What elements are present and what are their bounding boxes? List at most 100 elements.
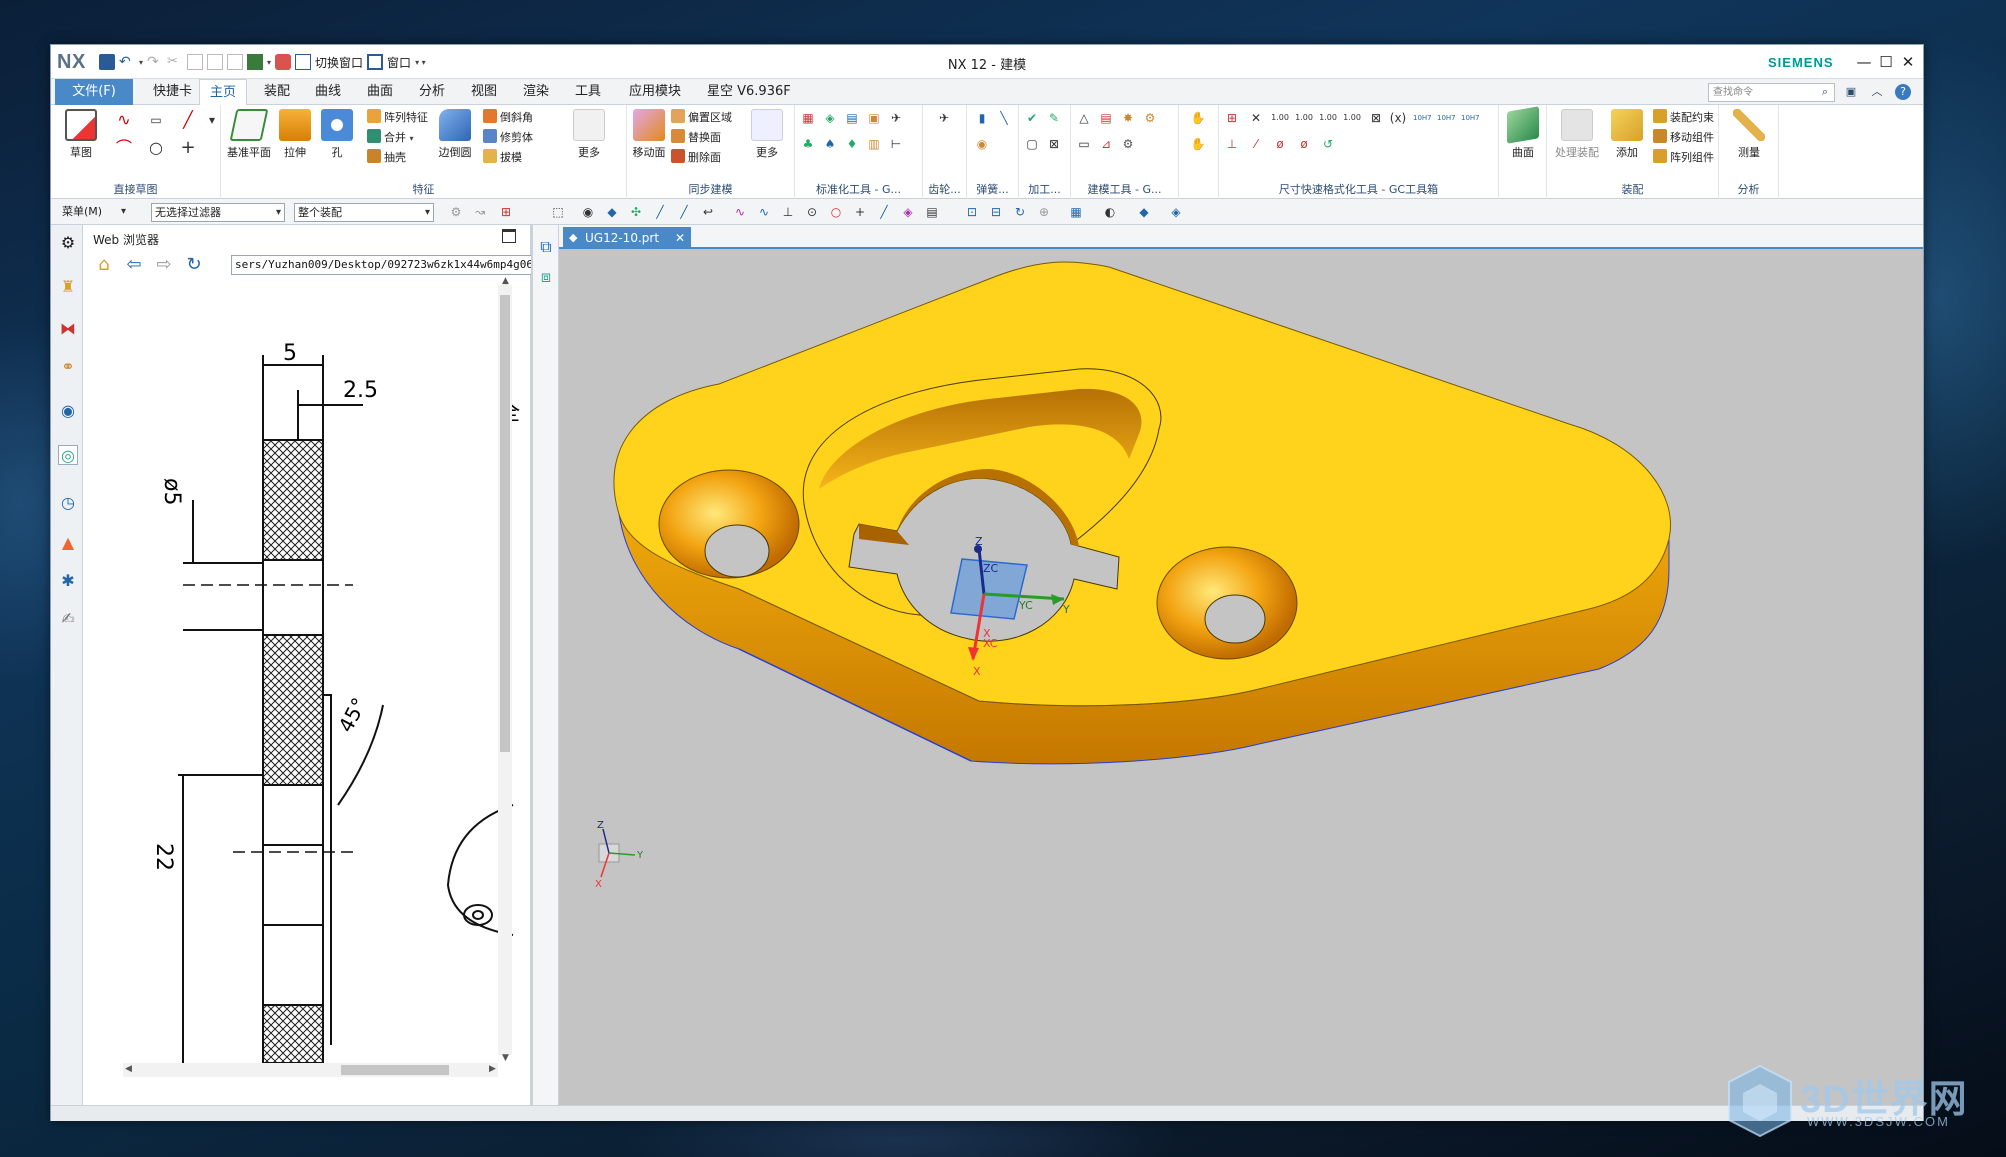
tab-home[interactable]: 主页 [199,79,248,106]
std-tool-4-icon[interactable]: ▣ [865,109,883,127]
constraint-navigator-icon[interactable]: ⧓ [58,319,78,339]
visual-palette-icon[interactable]: ▲ [58,533,78,553]
pan-icon[interactable]: ⊕ [1035,203,1053,221]
window-menu-dropdown-icon[interactable]: ▾ ▾ [415,58,426,67]
tab-tools[interactable]: 工具 [565,79,611,105]
dim-tool-1-icon[interactable]: ⊞ [1223,109,1241,127]
view-3-icon[interactable]: ✣ [627,203,645,221]
datum-plane-button[interactable]: 基准平面 [227,109,271,160]
snap-spline-2-icon[interactable]: ∿ [755,203,773,221]
chamfer-button[interactable]: 倒斜角 [483,109,533,127]
dim-fit-1[interactable]: 10H7 [1413,109,1432,127]
machining-1-icon[interactable]: ✔ [1023,109,1041,127]
view-2-icon[interactable]: ◆ [603,203,621,221]
view-zoom-icon[interactable]: ⊟ [987,203,1005,221]
mini-tool-2-icon[interactable]: ⧈ [536,267,556,287]
ribbon-options-icon[interactable]: ▣ [1843,84,1859,100]
snap-3-icon[interactable]: ⊞ [497,203,515,221]
history-icon[interactable]: ◷ [58,493,78,513]
extra-1-icon[interactable]: ✋ [1189,109,1207,127]
copy-icon[interactable] [187,54,204,70]
arc-icon[interactable]: ⌒ [115,139,133,157]
snap-point-icon[interactable]: + [851,203,869,221]
profile-icon[interactable]: ∿ [115,111,133,129]
tab-curve[interactable]: 曲线 [305,79,351,105]
assembly-constraint-button[interactable]: 装配约束 [1653,109,1714,127]
dim-value-4[interactable]: 1.00 [1343,109,1361,127]
collapse-ribbon-icon[interactable]: ︿ [1869,84,1885,100]
snap-2-icon[interactable]: ↝ [471,203,489,221]
close-tab-icon[interactable]: ✕ [675,227,685,249]
spring-3-icon[interactable]: ◉ [973,135,991,153]
orient-view-icon[interactable]: ◆ [1135,203,1153,221]
model-tool-2-icon[interactable]: ▤ [1097,109,1115,127]
std-tool-7-icon[interactable]: ♠ [821,135,839,153]
delete-face-button[interactable]: 删除面 [671,149,721,167]
std-tool-9-icon[interactable]: ▥ [865,135,883,153]
dim-tool-10-icon[interactable]: ↺ [1319,135,1337,153]
tab-quick-cards[interactable]: 快捷卡 [143,79,202,105]
view-1-icon[interactable]: ◉ [579,203,597,221]
model-tool-6-icon[interactable]: ⊿ [1097,135,1115,153]
snap-center-icon[interactable]: ⊙ [803,203,821,221]
dim-value-3[interactable]: 1.00 [1319,109,1337,127]
point-icon[interactable]: + [179,139,197,157]
horizontal-scroll-thumb[interactable] [341,1065,449,1075]
snap-quadrant-icon[interactable]: ○ [827,203,845,221]
roles-icon[interactable]: ✍ [58,609,78,629]
snap-perp-icon[interactable]: ⊥ [779,203,797,221]
type-filter-select[interactable]: 无选择过滤器 [151,203,285,222]
process-assembly-button[interactable]: 处理装配 [1551,109,1603,160]
dim-box-x-icon[interactable]: ⊠ [1367,109,1385,127]
dim-value-2[interactable]: 1.00 [1295,109,1313,127]
switch-window-icon[interactable] [295,54,312,70]
std-tool-3-icon[interactable]: ▤ [843,109,861,127]
draft-button[interactable]: 拔模 [483,149,522,167]
close-button[interactable]: ✕ [1897,51,1919,73]
spring-icon[interactable]: ▮ [973,109,991,127]
scroll-up-icon[interactable]: ▲ [502,276,509,286]
tab-file[interactable]: 文件(F) [55,79,133,105]
model-tool-3-icon[interactable]: ✸ [1119,109,1137,127]
vertical-scrollbar[interactable] [498,285,512,1055]
rotate-icon[interactable]: ↻ [1011,203,1029,221]
std-tool-1-icon[interactable]: ▦ [799,109,817,127]
scroll-left-icon[interactable]: ◀ [125,1064,132,1074]
snap-tangent-icon[interactable]: ╱ [875,203,893,221]
triangle-icon[interactable]: △ [1075,109,1093,127]
render-style-icon[interactable]: ◐ [1101,203,1119,221]
command-search-input[interactable]: 查找命令 [1708,83,1835,102]
url-field[interactable]: sers/Yuzhan009/Desktop/092723w6zk1x44w6m… [231,255,541,275]
replace-face-button[interactable]: 替换面 [671,129,721,147]
snap-1-icon[interactable]: ⚙ [447,203,465,221]
sketch-more-icon[interactable]: ▾ [203,111,221,129]
help-icon[interactable]: ? [1895,84,1911,100]
dim-tool-6-icon[interactable]: ⊥ [1223,135,1241,153]
repeat-command-icon[interactable] [227,54,244,70]
touch-mode-dropdown-icon[interactable]: ▾ [267,58,271,67]
line-icon[interactable]: ╱ [179,111,197,129]
maximize-panel-icon[interactable] [502,229,516,243]
tab-surface[interactable]: 曲面 [357,79,403,105]
dim-value-1[interactable]: 1.00 [1271,109,1289,127]
search-icon[interactable]: ⌕ [1817,84,1833,100]
offset-region-button[interactable]: 偏置区域 [671,109,732,127]
redo-icon[interactable]: ↷ [147,54,163,70]
sync-more-button[interactable]: 更多 [745,109,789,160]
part-navigator-icon[interactable]: ⚭ [58,357,78,377]
cut-icon[interactable]: ✂ [167,54,183,70]
home-icon[interactable]: ⌂ [93,254,115,276]
view-fit-icon[interactable]: ⊡ [963,203,981,221]
std-tool-8-icon[interactable]: ♦ [843,135,861,153]
menu-button[interactable]: 菜单(M) [59,203,129,222]
move-face-button[interactable]: 移动面 [627,109,671,160]
model-tool-4-icon[interactable]: ⚙ [1141,109,1159,127]
move-component-button[interactable]: 移动组件 [1653,129,1714,147]
std-tool-2-icon[interactable]: ◈ [821,109,839,127]
minimize-button[interactable]: — [1853,51,1875,73]
std-tool-10-icon[interactable]: ⊢ [887,135,905,153]
dim-x-icon[interactable]: ✕ [1247,109,1265,127]
forward-icon[interactable]: ⇨ [153,254,175,276]
gear-icon[interactable]: ✈ [935,109,953,127]
machining-4-icon[interactable]: ⊠ [1045,135,1063,153]
